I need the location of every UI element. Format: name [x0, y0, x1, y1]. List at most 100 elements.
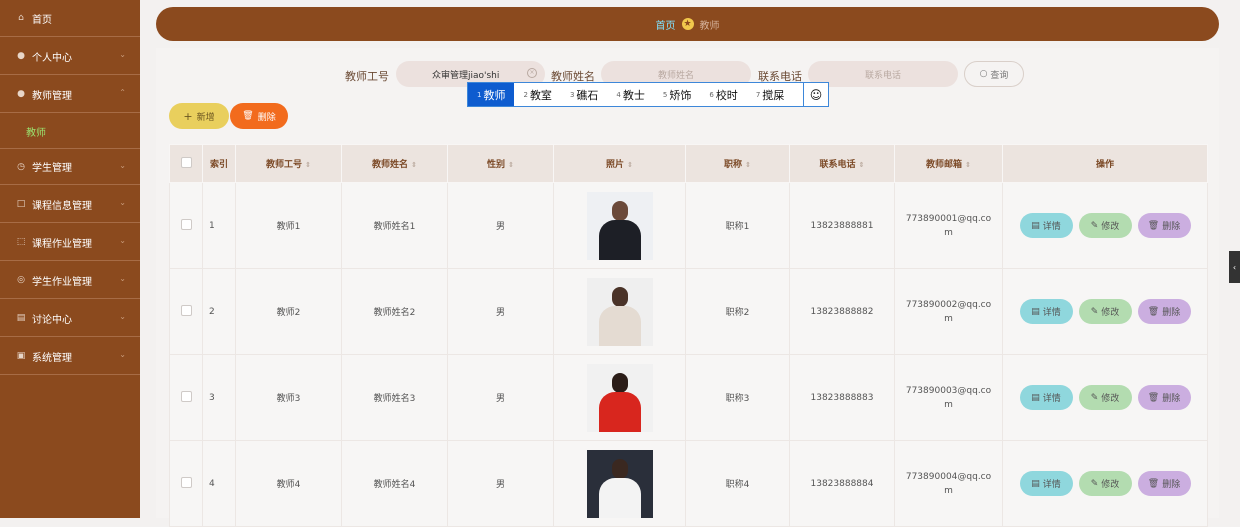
sort-icon[interactable]: ⇕: [965, 161, 971, 169]
ime-candidate[interactable]: 7 搅屎: [747, 83, 793, 106]
delete-button[interactable]: 🗑 删除: [1137, 385, 1191, 410]
row-checkbox[interactable]: [180, 476, 192, 488]
column-header[interactable]: 照片 ⇕: [553, 144, 686, 183]
sidebar-item-label: 系统管理: [32, 352, 72, 364]
dashed-square-icon: ⬚: [16, 237, 26, 247]
ime-candidate[interactable]: 2 教室: [514, 83, 560, 106]
select-all-cell: [169, 144, 203, 183]
email-text-wrap: m: [944, 313, 953, 324]
column-header-label: 教师工号: [266, 160, 303, 170]
row-select-cell: [169, 354, 203, 441]
column-header-label: 索引: [209, 160, 228, 170]
breadcrumb-home[interactable]: 首页: [656, 17, 676, 32]
teacher-id-cell: 教师2: [235, 268, 342, 355]
column-header[interactable]: 性别 ⇕: [447, 144, 554, 183]
column-header[interactable]: 教师姓名 ⇕: [341, 144, 448, 183]
column-header[interactable]: 教师工号 ⇕: [235, 144, 342, 183]
teacher-name-cell: 教师姓名4: [341, 440, 448, 527]
edit-button-label: 修改: [1101, 308, 1120, 318]
ime-candidate-number: 1: [477, 90, 482, 99]
operations-cell: ▤ 详情 ✎ 修改 🗑 删除: [1002, 440, 1208, 527]
sort-icon[interactable]: ⇕: [411, 161, 417, 169]
emoji-icon[interactable]: ☺: [803, 83, 828, 106]
chevron-down-icon: ⌄: [119, 161, 126, 170]
photo-cell: [553, 440, 686, 527]
detail-button[interactable]: ▤ 详情: [1019, 299, 1073, 324]
operations-cell: ▤ 详情 ✎ 修改 🗑 删除: [1002, 268, 1208, 355]
detail-button-label: 详情: [1042, 480, 1061, 490]
sidebar-item-home[interactable]: ⌂ 首页: [0, 0, 140, 37]
sidebar-item-student-homework[interactable]: ◎ 学生作业管理 ⌄: [0, 262, 140, 299]
ime-candidate[interactable]: 5 矫饰: [654, 83, 700, 106]
detail-button[interactable]: ▤ 详情: [1019, 385, 1073, 410]
sidebar-subitem-teacher[interactable]: 教师: [26, 124, 46, 139]
chevron-down-icon: ⌄: [119, 198, 126, 207]
ime-candidate-number: 3: [569, 90, 575, 99]
photo-cell: [553, 354, 686, 441]
detail-button[interactable]: ▤ 详情: [1019, 213, 1073, 238]
phone-cell: 13823888882: [789, 268, 895, 355]
query-button[interactable]: ○ 查询: [964, 61, 1024, 87]
sidebar-item-label: 学生管理: [32, 163, 72, 174]
column-header[interactable]: 教师邮箱 ⇕: [894, 144, 1003, 183]
row-checkbox[interactable]: [180, 304, 192, 316]
edit-button[interactable]: ✎ 修改: [1078, 385, 1132, 410]
sort-icon[interactable]: ⇕: [627, 161, 633, 169]
select-all-checkbox[interactable]: [180, 156, 192, 168]
compass-icon: ◎: [17, 275, 25, 285]
ime-candidate[interactable]: 4 教士: [607, 83, 653, 106]
row-select-cell: [169, 182, 203, 269]
detail-button[interactable]: ▤ 详情: [1019, 471, 1073, 496]
sidebar-item-teacher-management[interactable]: ● 教师管理 ⌃: [0, 76, 140, 113]
ime-candidate[interactable]: 3 礁石: [561, 83, 607, 106]
sort-icon[interactable]: ⇕: [508, 161, 514, 169]
ime-candidate-number: 4: [616, 90, 621, 99]
user-icon: ●: [17, 89, 25, 99]
email-text: 773890003@qq.co: [905, 385, 992, 396]
delete-button[interactable]: 🗑 删除: [1137, 471, 1191, 496]
bulk-delete-button[interactable]: 🗑 删除: [230, 103, 288, 129]
edit-button[interactable]: ✎ 修改: [1078, 299, 1132, 324]
title-cell: 职称2: [685, 268, 790, 355]
ime-candidate[interactable]: 1 教师: [468, 83, 515, 106]
sidebar-item-student-management[interactable]: ◷ 学生管理 ⌄: [0, 148, 140, 185]
pencil-icon: ✎: [1090, 306, 1099, 317]
delete-button[interactable]: 🗑 删除: [1137, 213, 1191, 238]
photo-cell: [553, 182, 686, 269]
phone-input[interactable]: 联系电话: [808, 61, 958, 87]
breadcrumb-current: 教师: [699, 20, 720, 32]
trash-icon: 🗑: [1147, 392, 1160, 403]
ime-candidate[interactable]: 6 校时: [700, 83, 746, 106]
sort-icon[interactable]: ⇕: [859, 161, 865, 169]
column-header[interactable]: 职称 ⇕: [685, 144, 790, 183]
table-row: 1 教师1 教师姓名1 男 职称1 13823888881 773890001@…: [169, 182, 1208, 269]
column-header-label: 教师邮箱: [926, 160, 963, 170]
row-select-cell: [169, 440, 203, 527]
clear-icon[interactable]: ×: [527, 68, 537, 78]
sidebar-item-discussion[interactable]: ▤ 讨论中心 ⌄: [0, 300, 140, 337]
sidebar-item-system[interactable]: ▣ 系统管理 ⌄: [0, 338, 140, 375]
column-header[interactable]: 联系电话 ⇕: [789, 144, 895, 183]
sidebar-item-course-homework[interactable]: ⬚ 课程作业管理 ⌄: [0, 224, 140, 261]
teacher-table: 索引 教师工号 ⇕ 教师姓名 ⇕ 性别 ⇕ 照片 ⇕ 职称 ⇕ 联系电话 ⇕ 教师邮箱 ⇕ 操…: [169, 144, 1208, 527]
edit-button[interactable]: ✎ 修改: [1078, 213, 1132, 238]
title-cell: 职称1: [685, 182, 790, 269]
collapse-handle[interactable]: ‹: [1229, 251, 1240, 283]
sidebar-item-personal-center[interactable]: ● 个人中心 ⌄: [0, 38, 140, 75]
edit-button[interactable]: ✎ 修改: [1078, 471, 1132, 496]
user-icon: ●: [17, 51, 25, 61]
teacher-id-input-value: 众审管理jiao'shi: [432, 70, 500, 81]
row-checkbox[interactable]: [180, 390, 192, 402]
row-checkbox[interactable]: [180, 218, 192, 230]
email-cell: 773890004@qq.co m: [894, 440, 1003, 527]
add-button[interactable]: + 新增: [169, 103, 229, 129]
sidebar-item-course-info[interactable]: □ 课程信息管理 ⌄: [0, 186, 140, 223]
phone-cell: 13823888883: [789, 354, 895, 441]
sort-icon[interactable]: ⇕: [745, 161, 751, 169]
delete-button-label: 删除: [1162, 222, 1181, 232]
table-row: 2 教师2 教师姓名2 男 职称2 13823888882 773890002@…: [169, 268, 1208, 355]
trash-icon: 🗑: [1147, 220, 1160, 231]
sort-icon[interactable]: ⇕: [305, 161, 311, 169]
ime-candidate-text: 教室: [529, 88, 552, 102]
delete-button[interactable]: 🗑 删除: [1137, 299, 1191, 324]
